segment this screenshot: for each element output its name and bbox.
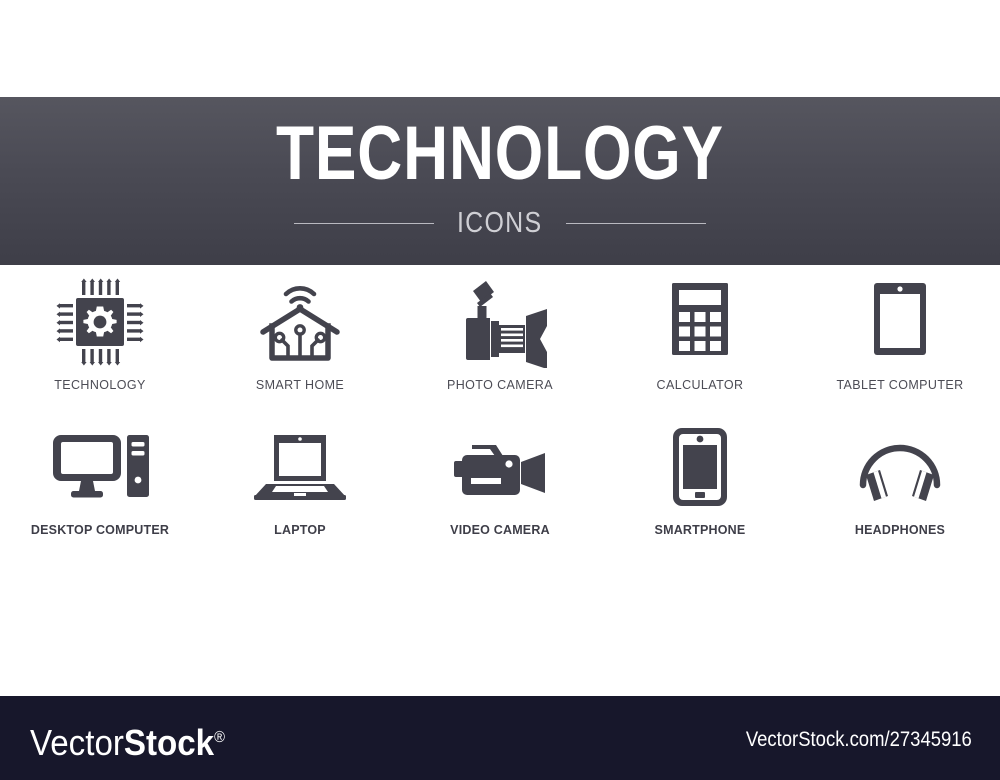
footer-bar: VectorStock® VectorStock.com/27345916 xyxy=(0,696,1000,780)
header-banner: TECHNOLOGY ICONS xyxy=(0,97,1000,265)
tablet-computer-icon xyxy=(845,272,955,372)
photo-camera-icon xyxy=(445,272,555,372)
icon-label: VIDEO CAMERA xyxy=(450,523,550,537)
subtitle-rule-left xyxy=(294,223,435,224)
icon-label: TECHNOLOGY xyxy=(54,378,146,392)
icon-cell-desktop-computer[interactable]: DESKTOP COMPUTER xyxy=(0,417,200,562)
icon-label: SMART HOME xyxy=(255,378,345,392)
calculator-icon xyxy=(645,272,755,372)
icon-cell-tablet-computer[interactable]: TABLET COMPUTER xyxy=(800,272,1000,417)
icon-row-2: DESKTOP COMPUTER LAPTOP VIDEO CAMERA SMA… xyxy=(0,417,1000,562)
logo-part-stock: Stock xyxy=(123,722,215,763)
poster-page: TECHNOLOGY ICONS TECHNOLOGY SMART HOME P… xyxy=(0,0,1000,780)
headphones-icon xyxy=(845,417,955,517)
icon-grid: TECHNOLOGY SMART HOME PHOTO CAMERA CALCU… xyxy=(0,272,1000,562)
icon-cell-smartphone[interactable]: SMARTPHONE xyxy=(600,417,800,562)
icon-label: TABLET COMPUTER xyxy=(836,378,964,392)
video-camera-icon xyxy=(445,417,555,517)
smartphone-icon xyxy=(645,417,755,517)
icon-label: DESKTOP COMPUTER xyxy=(30,523,170,537)
desktop-computer-icon xyxy=(45,417,155,517)
icon-cell-technology[interactable]: TECHNOLOGY xyxy=(0,272,200,417)
smart-home-wifi-icon xyxy=(245,272,355,372)
icon-cell-headphones[interactable]: HEADPHONES xyxy=(800,417,1000,562)
subtitle-rule-right xyxy=(565,223,706,224)
icon-cell-laptop[interactable]: LAPTOP xyxy=(200,417,400,562)
footer-url: VectorStock.com/27345916 xyxy=(745,728,972,751)
icon-cell-photo-camera[interactable]: PHOTO CAMERA xyxy=(400,272,600,417)
vectorstock-logo[interactable]: VectorStock® xyxy=(30,718,225,763)
icon-label: HEADPHONES xyxy=(854,523,946,537)
icon-row-1: TECHNOLOGY SMART HOME PHOTO CAMERA CALCU… xyxy=(0,272,1000,417)
page-subtitle: ICONS xyxy=(457,207,543,239)
icon-label: SMARTPHONE xyxy=(654,523,746,537)
icon-label: LAPTOP xyxy=(274,523,326,537)
logo-part-vector: Vector xyxy=(30,722,124,763)
laptop-icon xyxy=(245,417,355,517)
microchip-gear-icon xyxy=(45,272,155,372)
icon-cell-calculator[interactable]: CALCULATOR xyxy=(600,272,800,417)
icon-label: PHOTO CAMERA xyxy=(447,378,553,392)
subtitle-group: ICONS xyxy=(0,207,1000,240)
icon-cell-smart-home[interactable]: SMART HOME xyxy=(200,272,400,417)
icon-label: CALCULATOR xyxy=(656,378,744,392)
page-title: TECHNOLOGY xyxy=(276,111,724,196)
icon-cell-video-camera[interactable]: VIDEO CAMERA xyxy=(400,417,600,562)
registered-mark-icon: ® xyxy=(214,729,225,746)
